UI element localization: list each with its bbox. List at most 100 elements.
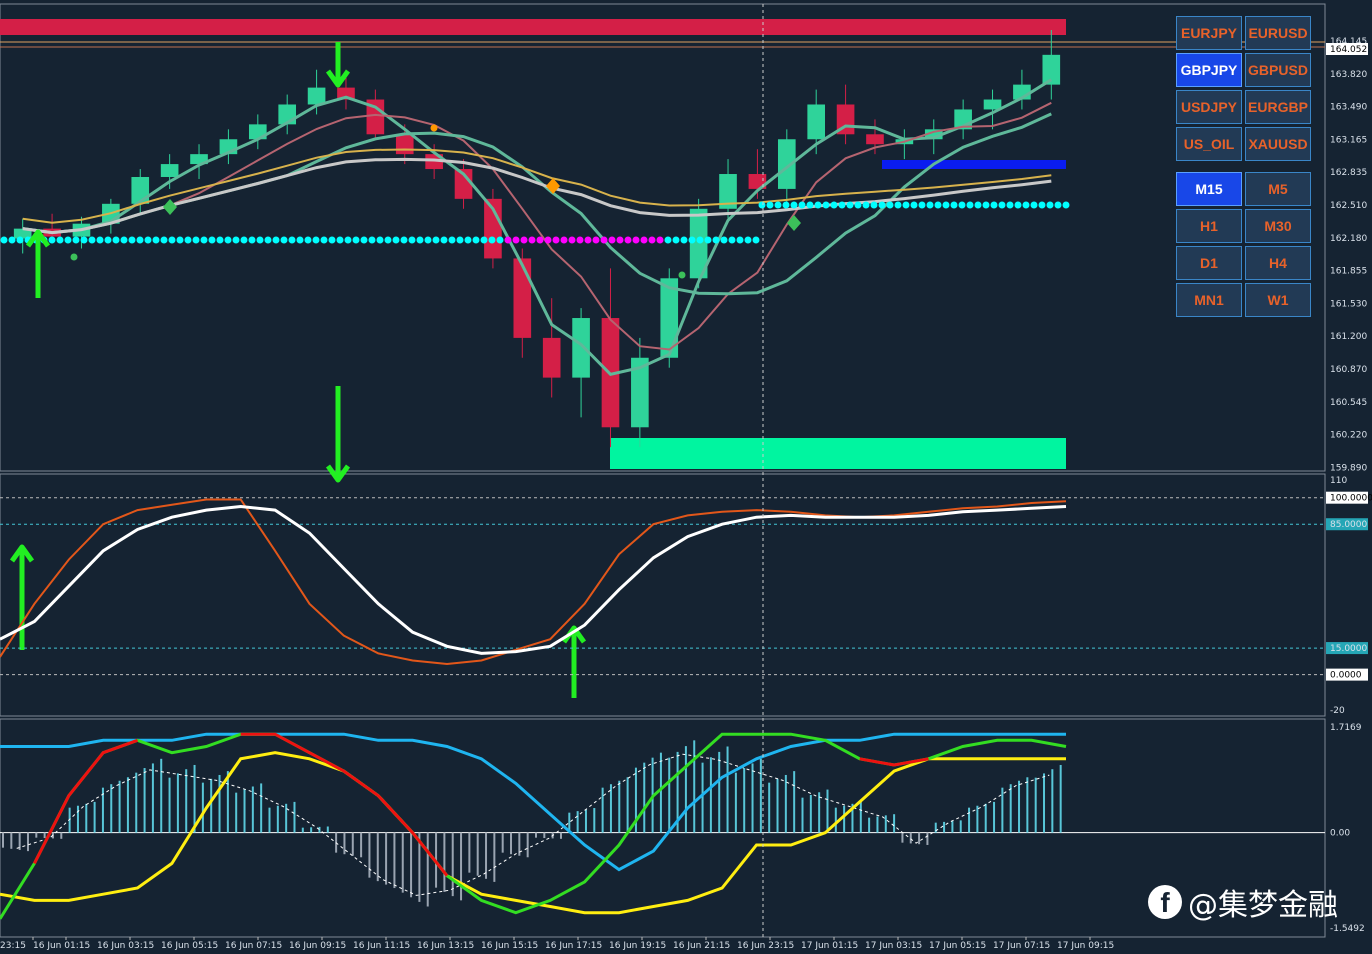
bear-candle [513,258,532,338]
trend-dot [1054,201,1062,209]
timeframe-button-h1[interactable]: H1 [1176,209,1242,243]
histogram-bar [893,814,896,833]
symbol-button-gbpjpy[interactable]: GBPJPY [1176,53,1242,87]
trend-dot [600,236,608,244]
trend-dot [632,236,640,244]
histogram-bar [743,768,746,833]
symbol-button-gbpusd[interactable]: GBPUSD [1245,53,1311,87]
timeframe-button-m5[interactable]: M5 [1245,172,1311,206]
signal-diamond [163,199,177,215]
histogram-bar [826,789,829,833]
trend-dot [886,201,894,209]
bull-candle [307,87,326,105]
trend-dot [878,201,886,209]
trend-dot [696,236,704,244]
timeframe-button-h4[interactable]: H4 [1245,246,1311,280]
trend-dot [480,236,488,244]
histogram-bar [976,805,979,833]
histogram-bar [176,773,179,833]
signal-diamond [787,215,801,231]
time-axis-label: 16 Jun 23:15 [737,941,794,951]
trend-dot [376,236,384,244]
trend-dot [830,201,838,209]
bear-candle [866,134,884,145]
symbol-button-usdjpy[interactable]: USDJPY [1176,90,1242,124]
histogram-bar [1051,769,1054,833]
symbol-button-eurjpy[interactable]: EURJPY [1176,16,1242,50]
trend-dot [400,236,408,244]
histogram-bar [93,801,96,833]
trend-dot [504,236,512,244]
time-axis-label: 16 Jun 21:15 [673,941,730,951]
histogram-bar [734,772,737,833]
price-tick-label: 160.220 [1330,431,1367,441]
histogram-bar [476,832,479,876]
trend-dot [88,236,96,244]
trend-dot [1062,201,1070,209]
trend-dot [958,201,966,209]
histogram-bar [926,832,929,845]
trend-dot [384,236,392,244]
trend-dot [766,201,774,209]
trend-dot [96,236,104,244]
histogram-bar [843,805,846,833]
trend-dot [448,236,456,244]
histogram-bar [601,787,604,833]
trend-dot [288,236,296,244]
stochastic-chart [0,386,1325,698]
trend-dot [256,236,264,244]
trend-dot [798,201,806,209]
histogram-bar [443,832,446,892]
trend-dot [352,236,360,244]
timeframe-button-mn1[interactable]: MN1 [1176,283,1242,317]
watermark-text: @集梦金融 [1188,888,1338,923]
time-axis-label: 16 Jun 09:15 [289,941,346,951]
histogram-bar [1001,787,1004,833]
stochastic-tick-label: 15.0000 [1330,644,1367,654]
trend-dot [280,236,288,244]
price-tick-label: 161.855 [1330,267,1367,277]
symbol-button-xauusd[interactable]: XAUUSD [1245,127,1311,161]
histogram-bar [185,769,188,833]
trend-dot [120,236,128,244]
histogram-bar [609,784,612,833]
timeframe-button-w1[interactable]: W1 [1245,283,1311,317]
symbol-button-eurgbp[interactable]: EURGBP [1245,90,1311,124]
stochastic-tick-label: 85.0000 [1330,520,1367,530]
timeframe-button-m30[interactable]: M30 [1245,209,1311,243]
symbol-button-eurusd[interactable]: EURUSD [1245,16,1311,50]
oscillator-tick-label: 0.00 [1330,829,1350,839]
histogram-bar [126,777,129,833]
timeframe-button-m15[interactable]: M15 [1176,172,1242,206]
timeframe-button-d1[interactable]: D1 [1176,246,1242,280]
current-price-label: 164.052 [1330,45,1367,55]
trend-dot [624,236,632,244]
trend-dot [656,236,664,244]
trend-dot [8,236,16,244]
histogram-bar [951,821,954,833]
histogram-bar [593,808,596,833]
histogram-bar [401,832,404,893]
trend-dot [104,236,112,244]
histogram-bar [2,832,4,848]
histogram-bar [43,832,46,839]
trend-dot [536,236,544,244]
oscillator-line-line_blue [0,732,1066,872]
time-axis-label: 17 Jun 03:15 [865,941,922,951]
trend-dot [232,236,240,244]
trend-dot [664,236,672,244]
time-axis-label: 16 Jun 05:15 [161,941,218,951]
histogram-bar [260,783,263,833]
symbol-button-us_oil[interactable]: US_OIL [1176,127,1242,161]
trend-dot [712,236,720,244]
main-panel-frame [0,3,1326,472]
trend-dot [304,236,312,244]
bear-candle [395,134,414,155]
histogram-bar [35,832,38,838]
trend-dot [128,236,136,244]
histogram-bar [659,752,662,833]
time-axis-label: 17 Jun 05:15 [929,941,986,951]
histogram-bar [618,780,621,833]
histogram-bar [168,777,171,833]
trend-dot [950,201,958,209]
